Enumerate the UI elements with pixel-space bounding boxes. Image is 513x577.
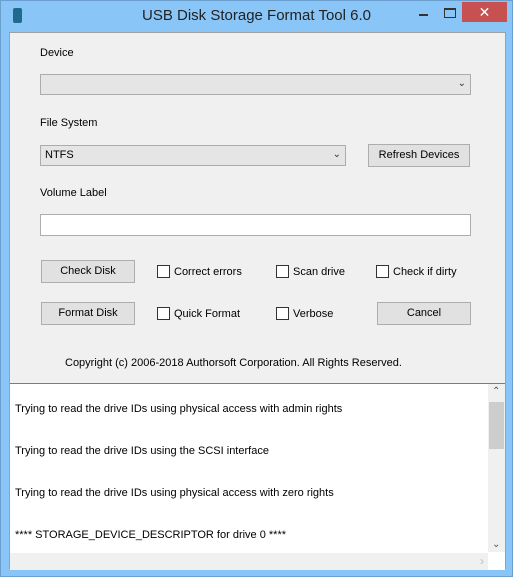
log-output[interactable]: Trying to read the drive IDs using physi…: [10, 383, 505, 570]
file-system-value: NTFS: [45, 149, 74, 161]
close-button[interactable]: ✕: [462, 2, 507, 22]
vertical-scrollbar[interactable]: ⌃ ⌄: [488, 384, 505, 552]
app-window: USB Disk Storage Format Tool 6.0 ✕ Devic…: [0, 0, 513, 577]
check-disk-button[interactable]: Check Disk: [41, 260, 135, 283]
correct-errors-checkbox[interactable]: Correct errors: [157, 265, 242, 278]
main-panel: Device ⌄ File System NTFS ⌄ Refresh Devic…: [9, 32, 506, 570]
file-system-select[interactable]: NTFS ⌄: [40, 145, 346, 166]
device-select[interactable]: ⌄: [40, 74, 471, 95]
checkbox-box[interactable]: [157, 265, 170, 278]
check-if-dirty-label: Check if dirty: [393, 265, 457, 278]
checkbox-box[interactable]: [157, 307, 170, 320]
refresh-devices-button[interactable]: Refresh Devices: [368, 144, 470, 167]
maximize-button[interactable]: [444, 8, 456, 18]
verbose-checkbox[interactable]: Verbose: [276, 307, 333, 320]
file-system-label: File System: [40, 117, 98, 129]
copyright-text: Copyright (c) 2006-2018 Authorsoft Corpo…: [65, 357, 402, 369]
format-disk-button[interactable]: Format Disk: [41, 302, 135, 325]
quick-format-label: Quick Format: [174, 307, 241, 320]
checkbox-box[interactable]: [376, 265, 389, 278]
chevron-down-icon: ⌄: [457, 78, 466, 89]
scan-drive-checkbox[interactable]: Scan drive: [276, 265, 345, 278]
scroll-up-icon[interactable]: ⌃: [492, 386, 500, 397]
scroll-down-icon[interactable]: ⌄: [492, 539, 500, 550]
log-line: Trying to read the drive IDs using physi…: [15, 487, 334, 499]
horizontal-scrollbar[interactable]: ›: [10, 553, 488, 570]
window-title: USB Disk Storage Format Tool 6.0: [142, 7, 371, 24]
scan-drive-label: Scan drive: [293, 265, 345, 278]
check-if-dirty-checkbox[interactable]: Check if dirty: [376, 265, 457, 278]
title-bar[interactable]: USB Disk Storage Format Tool 6.0 ✕: [1, 1, 512, 31]
cancel-button[interactable]: Cancel: [377, 302, 471, 325]
correct-errors-label: Correct errors: [174, 265, 242, 278]
volume-label-label: Volume Label: [40, 187, 107, 199]
verbose-label: Verbose: [293, 307, 334, 320]
checkbox-box[interactable]: [276, 307, 289, 320]
log-line: Trying to read the drive IDs using physi…: [15, 403, 343, 415]
log-line: Trying to read the drive IDs using the S…: [15, 445, 269, 457]
checkbox-box[interactable]: [276, 265, 289, 278]
volume-label-input[interactable]: [40, 214, 471, 236]
log-line: **** STORAGE_DEVICE_DESCRIPTOR for drive…: [15, 529, 287, 541]
device-label: Device: [40, 47, 74, 59]
minimize-button[interactable]: [419, 14, 428, 16]
scroll-right-icon[interactable]: ›: [480, 554, 484, 568]
scrollbar-thumb[interactable]: [489, 402, 504, 449]
quick-format-checkbox[interactable]: Quick Format: [157, 307, 240, 320]
chevron-down-icon: ⌄: [332, 149, 341, 160]
